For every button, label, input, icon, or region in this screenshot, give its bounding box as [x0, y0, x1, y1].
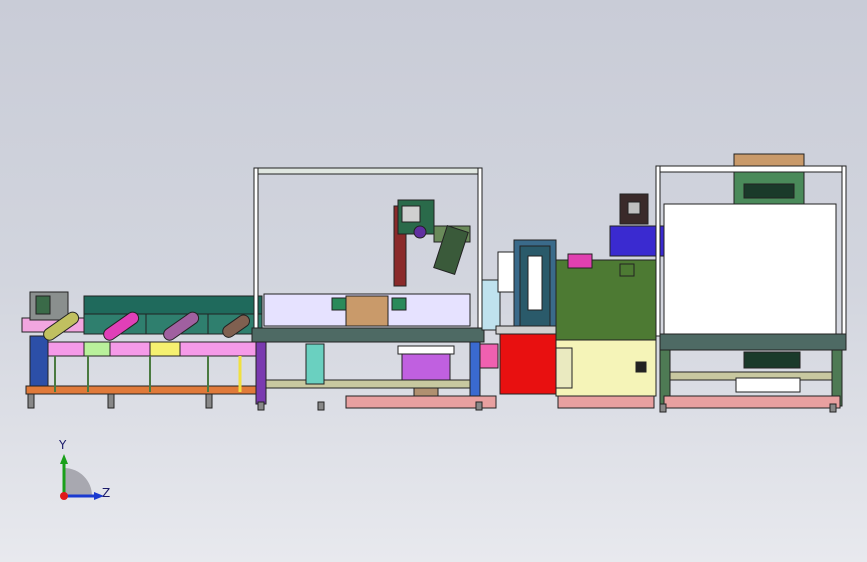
y-axis-label: Y: [59, 438, 67, 452]
output-cell: [655, 153, 847, 409]
transfer-station: [479, 239, 559, 395]
cad-viewport[interactable]: Y Z: [0, 0, 867, 562]
axis-triad: Y Z: [40, 438, 120, 518]
robot-cell-2: [555, 193, 667, 409]
infeed-conveyor: [21, 291, 267, 395]
x-axis-dot: [60, 492, 68, 500]
z-axis-label: Z: [102, 486, 111, 500]
robot-cell-1: [251, 167, 497, 409]
triad-graphic: [60, 454, 104, 500]
assembly-line-drawing: [21, 153, 847, 413]
